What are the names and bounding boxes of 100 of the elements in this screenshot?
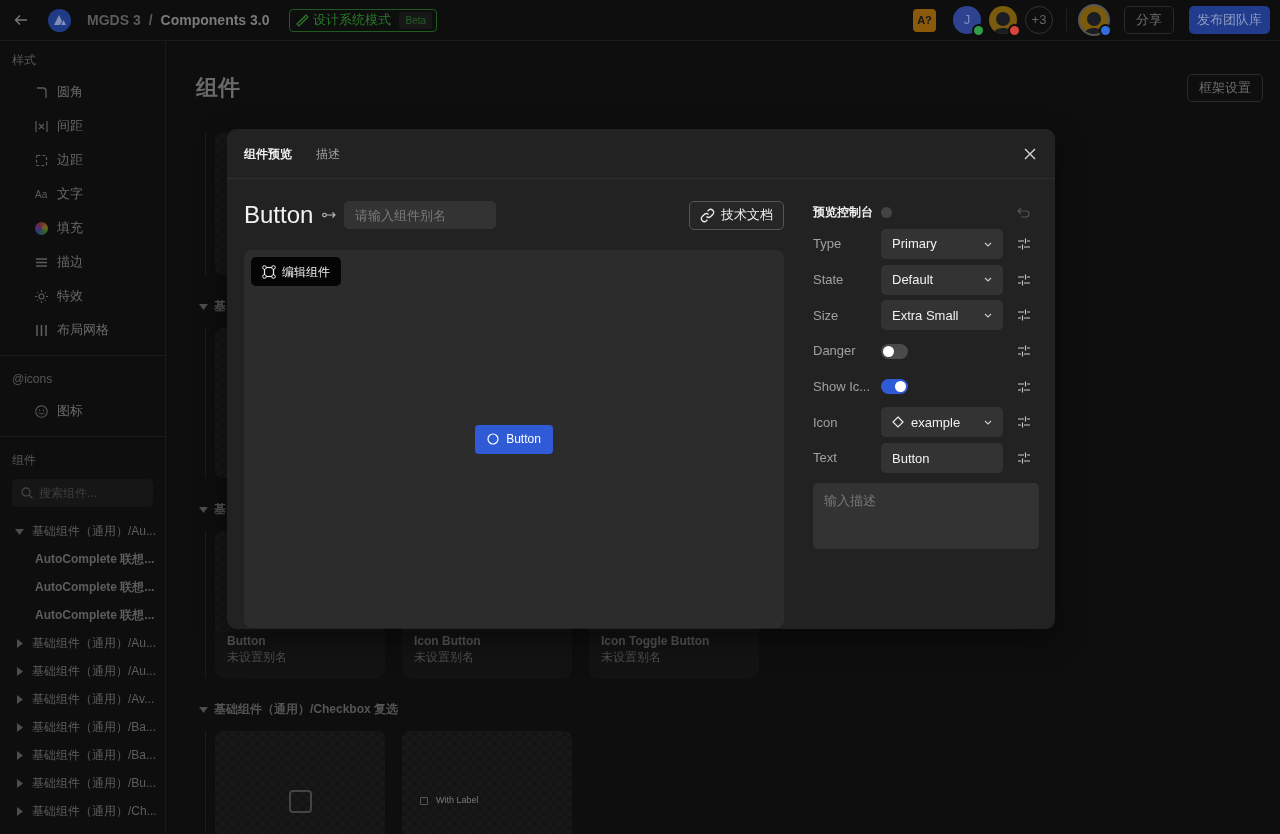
sliders-icon[interactable] <box>1018 345 1030 358</box>
tree-group[interactable]: 基础组件（通用）/Ch... <box>32 802 157 820</box>
icon-library-item[interactable]: 图标 <box>57 401 83 421</box>
section-title: 基 <box>214 298 226 315</box>
style-item[interactable]: 边距 <box>57 150 83 170</box>
property-select[interactable]: Default <box>881 264 1003 295</box>
section-heading: @icons <box>11 371 54 388</box>
section-heading: 样式 <box>11 52 37 69</box>
property-label: Danger <box>813 342 857 361</box>
translate-badge[interactable]: A? <box>913 8 936 32</box>
corner-icon <box>35 85 48 99</box>
chevron-down-icon <box>984 419 992 425</box>
frame-nodes-icon <box>262 264 276 279</box>
style-item[interactable]: 间距 <box>57 116 83 136</box>
project-name[interactable]: MGDS 3 <box>87 9 141 31</box>
text-style-icon: Aa <box>35 186 48 202</box>
sun-icon <box>35 289 48 303</box>
property-select[interactable]: Primary <box>881 229 1003 259</box>
description-field[interactable]: 输入描述 <box>813 482 1039 549</box>
collapsed-caret-icon[interactable] <box>15 666 24 676</box>
expanded-caret-icon[interactable] <box>199 301 208 311</box>
collapsed-caret-icon[interactable] <box>15 638 24 648</box>
search-icon <box>21 487 33 499</box>
user-avatar[interactable] <box>1080 6 1108 34</box>
tree-group[interactable]: 基础组件（通用）/Bu... <box>32 774 156 792</box>
tree-group[interactable]: 基础组件（通用）/Au... <box>32 522 156 540</box>
collapsed-caret-icon[interactable] <box>15 750 24 760</box>
tree-group[interactable]: 基础组件（通用）/Au... <box>32 634 156 652</box>
property-label: Text <box>813 449 838 468</box>
property-label: State <box>813 270 845 289</box>
tree-group[interactable]: 基础组件（通用）/Ba... <box>32 718 156 736</box>
style-item[interactable]: 文字 <box>57 184 83 204</box>
tree-item[interactable]: AutoComplete 联想... <box>35 550 155 568</box>
style-item[interactable]: 圆角 <box>57 82 83 102</box>
tree-item[interactable]: AutoComplete 联想... <box>35 606 155 624</box>
mode-label: 设计系统模式 <box>313 11 392 30</box>
link-icon <box>700 207 715 223</box>
tree-group[interactable]: 基础组件（通用）/Ba... <box>32 746 156 764</box>
chevron-down-icon <box>984 241 992 247</box>
publish-button[interactable]: 发布团队库 <box>1189 6 1270 34</box>
circle-icon <box>487 433 500 445</box>
tab[interactable]: 描述 <box>316 144 340 163</box>
undo-icon[interactable] <box>1017 206 1030 218</box>
sliders-icon[interactable] <box>1018 238 1030 250</box>
logo[interactable] <box>48 8 71 32</box>
share-button[interactable]: 分享 <box>1124 6 1174 34</box>
tree-group[interactable]: 基础组件（通用）/Av... <box>32 690 155 708</box>
sliders-icon[interactable] <box>1018 273 1030 286</box>
style-item[interactable]: 填充 <box>57 218 83 238</box>
smiley-icon <box>35 404 48 418</box>
logo-mark <box>53 15 66 25</box>
mode-badge[interactable]: 设计系统模式 Beta <box>289 8 438 32</box>
component-card[interactable]: With Label <box>402 731 572 834</box>
expanded-caret-icon[interactable] <box>199 704 208 714</box>
beta-tag: Beta <box>399 11 433 29</box>
preview-button[interactable]: Button <box>475 424 553 454</box>
sliders-icon[interactable] <box>1018 309 1030 322</box>
toggle-switch[interactable] <box>881 379 908 395</box>
expanded-caret-icon[interactable] <box>15 526 24 536</box>
text-input[interactable]: Button <box>881 443 1003 474</box>
sliders-icon[interactable] <box>1018 452 1030 465</box>
back-arrow-icon[interactable] <box>14 14 28 26</box>
chevron-down-icon <box>984 312 992 318</box>
tree-item[interactable]: AutoComplete 联想... <box>35 578 155 596</box>
section-heading: 组件 <box>11 452 37 469</box>
frame-settings-button[interactable]: 框架设置 <box>1187 73 1263 102</box>
link-icon <box>322 211 337 219</box>
chevron-down-icon <box>984 277 992 283</box>
style-item[interactable]: 描边 <box>57 252 83 272</box>
ruler-icon <box>296 13 310 27</box>
docs-button[interactable]: 技术文档 <box>689 200 784 230</box>
card-title: Icon Toggle Button <box>601 634 711 649</box>
collapsed-caret-icon[interactable] <box>15 694 24 704</box>
close-icon[interactable] <box>1024 147 1036 160</box>
property-label: Show Ic... <box>813 378 872 396</box>
collapsed-caret-icon[interactable] <box>15 778 24 788</box>
card-title: Button <box>227 634 267 649</box>
property-select[interactable]: example <box>881 407 1003 438</box>
toggle-switch[interactable] <box>881 343 908 359</box>
grid-columns-icon <box>35 323 48 337</box>
edit-component-button[interactable]: 编辑组件 <box>251 257 341 286</box>
file-name: Components 3.0 <box>160 10 270 30</box>
property-label: Icon <box>813 413 839 432</box>
style-item[interactable]: 布局网格 <box>57 320 109 340</box>
property-select[interactable]: Extra Small <box>881 300 1003 331</box>
tree-group[interactable]: 基础组件（通用）/Au... <box>32 662 156 680</box>
collapsed-caret-icon[interactable] <box>15 806 24 816</box>
avatar[interactable]: J <box>953 6 981 34</box>
expanded-caret-icon[interactable] <box>199 504 208 514</box>
tab[interactable]: 组件预览 <box>244 144 292 163</box>
breadcrumb-separator: / <box>148 10 153 30</box>
style-item[interactable]: 特效 <box>57 286 83 306</box>
sliders-icon[interactable] <box>1018 380 1030 393</box>
sliders-icon[interactable] <box>1018 416 1030 429</box>
page-title: 组件 <box>196 74 240 102</box>
collapsed-caret-icon[interactable] <box>15 722 24 732</box>
component-name: Button <box>244 200 314 230</box>
lines-icon <box>35 255 48 269</box>
alias-input[interactable]: 请输入组件别名 <box>344 201 497 229</box>
avatar[interactable] <box>989 6 1017 34</box>
